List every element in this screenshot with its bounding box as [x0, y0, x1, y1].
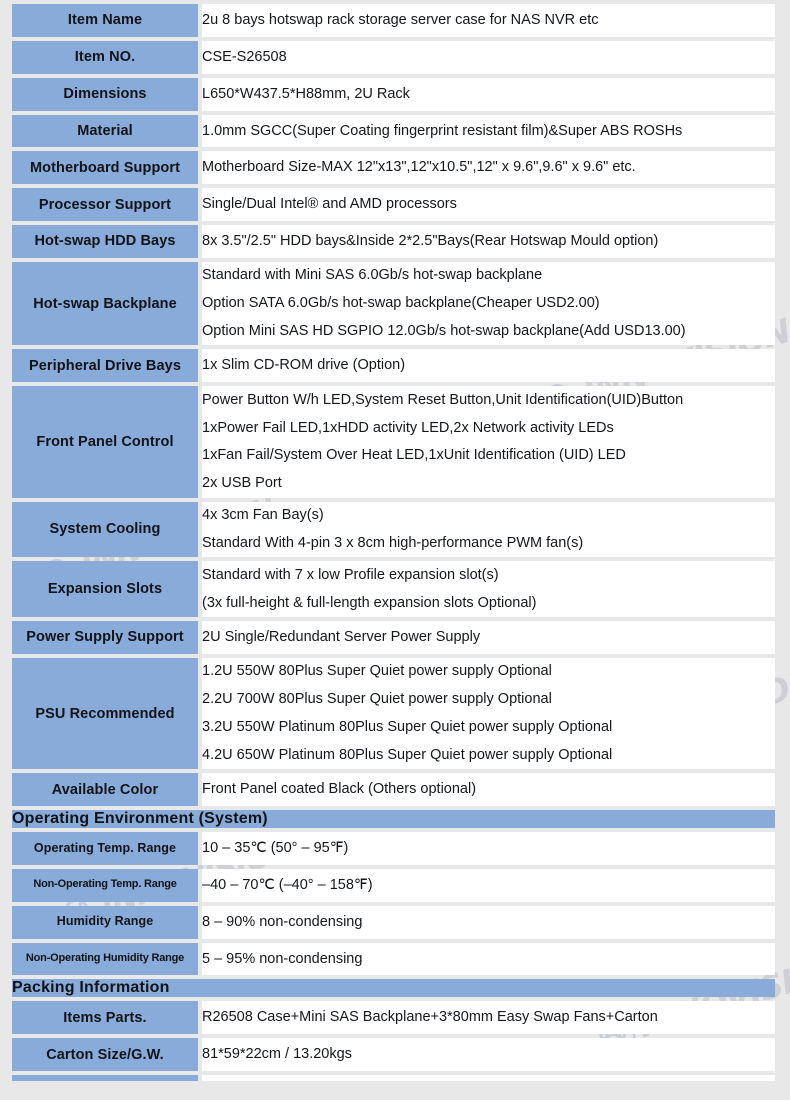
row-label: Expansion Slots: [12, 561, 198, 618]
table-row: Front Panel Control Power Button W/h LED…: [12, 386, 775, 498]
row-label: Dimensions: [12, 77, 198, 111]
row-value: 5 – 95% non-condensing: [198, 942, 775, 976]
value-line: 2.2U 700W 80Plus Super Quiet power suppl…: [202, 691, 552, 708]
row-label: Power Supply Support: [12, 621, 198, 654]
row-label: PSU Recommended: [12, 657, 198, 770]
row-value: Single/Dual Intel® and AMD processors: [198, 188, 775, 222]
table-row: Expansion Slots Standard with 7 x low Pr…: [12, 561, 775, 618]
row-value: Motherboard Size-MAX 12"x13",12"x10.5",1…: [198, 151, 775, 185]
row-label: Items Parts.: [12, 1001, 198, 1035]
table-row: PSU Recommended 1.2U 550W 80Plus Super Q…: [12, 657, 775, 770]
row-value: 8x 3.5"/2.5" HDD bays&Inside 2*2.5"Bays(…: [198, 225, 775, 258]
row-label: Humidity Range: [12, 905, 198, 939]
value-line: 4x 3cm Fan Bay(s): [202, 507, 324, 524]
row-value: 81*59*22cm / 13.20kgs: [198, 1038, 775, 1072]
value-line: Option Mini SAS HD SGPIO 12.0Gb/s hot-sw…: [202, 323, 686, 340]
row-label: Processor Support: [12, 188, 198, 222]
value-line: 3.2U 550W Platinum 80Plus Super Quiet po…: [202, 719, 613, 736]
row-value: 10 – 35℃ (50° – 95℉): [198, 832, 775, 865]
row-value: 1x Slim CD-ROM drive (Option): [198, 349, 775, 383]
table-row: Hot-swap HDD Bays 8x 3.5"/2.5" HDD bays&…: [12, 225, 775, 258]
row-value: CSE-S26508: [198, 40, 775, 74]
value-line: Standard With 4-pin 3 x 8cm high-perform…: [202, 535, 584, 551]
table-row: Humidity Range 8 – 90% non-condensing: [12, 905, 775, 939]
value-line: 1.2U 550W 80Plus Super Quiet power suppl…: [202, 663, 552, 680]
row-label: Available Color: [12, 773, 198, 807]
table-row: Power Supply Support 2U Single/Redundant…: [12, 621, 775, 654]
row-label: Item Name: [12, 4, 198, 37]
row-label-partial: [12, 1075, 198, 1082]
row-value: –40 – 70℃ (–40° – 158℉): [198, 868, 775, 902]
value-line: 1xFan Fail/System Over Heat LED,1xUnit I…: [202, 447, 626, 464]
value-line: Power Button W/h LED,System Reset Button…: [202, 391, 684, 408]
table-row-partial: [12, 1075, 775, 1082]
section-header-row: Operating Environment (System): [12, 810, 775, 829]
row-label: Hot-swap HDD Bays: [12, 225, 198, 258]
table-row: Material 1.0mm SGCC(Super Coating finger…: [12, 114, 775, 148]
row-value: Standard with Mini SAS 6.0Gb/s hot-swap …: [198, 261, 775, 346]
row-label: Operating Temp. Range: [12, 832, 198, 865]
row-value: L650*W437.5*H88mm, 2U Rack: [198, 77, 775, 111]
row-label: Front Panel Control: [12, 386, 198, 498]
value-line: Standard with 7 x low Profile expansion …: [202, 566, 499, 583]
table-row: Items Parts. R26508 Case+Mini SAS Backpl…: [12, 1001, 775, 1035]
product-spec-sheet: INNOVISION INNOVISION INNOVISION: [0, 0, 790, 1100]
table-row: Peripheral Drive Bays 1x Slim CD-ROM dri…: [12, 349, 775, 383]
value-line: (3x full-height & full-length expansion …: [202, 594, 537, 611]
table-row: Processor Support Single/Dual Intel® and…: [12, 188, 775, 222]
section-title-operating-environment: Operating Environment (System): [12, 810, 775, 829]
row-value: 4x 3cm Fan Bay(s) Standard With 4-pin 3 …: [198, 501, 775, 558]
value-line: Option SATA 6.0Gb/s hot-swap backplane(C…: [202, 295, 600, 312]
table-row: Carton Size/G.W. 81*59*22cm / 13.20kgs: [12, 1038, 775, 1072]
row-value-partial: [198, 1075, 775, 1082]
value-line: Standard with Mini SAS 6.0Gb/s hot-swap …: [202, 267, 543, 284]
row-label: Material: [12, 114, 198, 148]
table-row: Hot-swap Backplane Standard with Mini SA…: [12, 261, 775, 346]
specification-table: Item Name 2u 8 bays hotswap rack storage…: [12, 0, 775, 1085]
row-value: 2U Single/Redundant Server Power Supply: [198, 621, 775, 654]
row-value: 2u 8 bays hotswap rack storage server ca…: [198, 4, 775, 37]
row-value: 8 – 90% non-condensing: [198, 905, 775, 939]
table-row: Item NO. CSE-S26508: [12, 40, 775, 74]
row-value: R26508 Case+Mini SAS Backplane+3*80mm Ea…: [198, 1001, 775, 1035]
table-row: Non-Operating Humidity Range 5 – 95% non…: [12, 942, 775, 976]
table-row: Non-Operating Temp. Range –40 – 70℃ (–40…: [12, 868, 775, 902]
row-label: Non-Operating Temp. Range: [12, 868, 198, 902]
row-value: 1.2U 550W 80Plus Super Quiet power suppl…: [198, 657, 775, 770]
row-label: System Cooling: [12, 501, 198, 558]
row-label: Motherboard Support: [12, 151, 198, 185]
table-row: Motherboard Support Motherboard Size-MAX…: [12, 151, 775, 185]
row-value: Power Button W/h LED,System Reset Button…: [198, 386, 775, 498]
table-row: Item Name 2u 8 bays hotswap rack storage…: [12, 4, 775, 37]
section-title-packing-information: Packing Information: [12, 979, 775, 998]
value-line: 4.2U 650W Platinum 80Plus Super Quiet po…: [202, 746, 613, 763]
table-row: Operating Temp. Range 10 – 35℃ (50° – 95…: [12, 832, 775, 865]
row-label: Item NO.: [12, 40, 198, 74]
table-row: Dimensions L650*W437.5*H88mm, 2U Rack: [12, 77, 775, 111]
section-header-row: Packing Information: [12, 979, 775, 998]
row-label: Peripheral Drive Bays: [12, 349, 198, 383]
table-row: System Cooling 4x 3cm Fan Bay(s) Standar…: [12, 501, 775, 558]
row-label: Carton Size/G.W.: [12, 1038, 198, 1072]
row-label: Non-Operating Humidity Range: [12, 942, 198, 976]
row-value: Standard with 7 x low Profile expansion …: [198, 561, 775, 618]
value-line: 2x USB Port: [202, 475, 282, 492]
value-line: 1xPower Fail LED,1xHDD activity LED,2x N…: [202, 419, 614, 436]
row-value: 1.0mm SGCC(Super Coating fingerprint res…: [198, 114, 775, 148]
row-value: Front Panel coated Black (Others optiona…: [198, 773, 775, 807]
row-label: Hot-swap Backplane: [12, 261, 198, 346]
table-row: Available Color Front Panel coated Black…: [12, 773, 775, 807]
